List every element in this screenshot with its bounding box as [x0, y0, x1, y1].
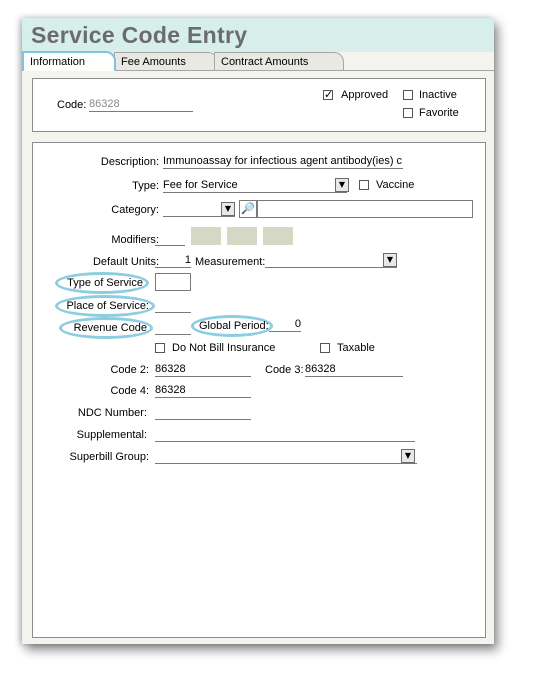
default-units-label: Default Units: [92, 256, 159, 268]
modifier-field-3[interactable] [227, 227, 257, 245]
inactive-checkbox[interactable] [403, 90, 413, 100]
type-of-service-label: Type of Service [67, 277, 143, 289]
code2-label: Code 2: [110, 364, 149, 376]
code3-field[interactable]: 86328 [305, 362, 403, 377]
dropdown-arrow-icon[interactable]: ▼ [401, 449, 415, 463]
code4-label: Code 4: [110, 385, 149, 397]
tab-fee-amounts[interactable]: Fee Amounts [114, 52, 218, 70]
tab-information[interactable]: Information [22, 51, 116, 71]
superbill-group-select[interactable] [155, 449, 417, 464]
do-not-bill-checkbox[interactable] [155, 343, 165, 353]
type-of-service-field[interactable] [155, 273, 191, 291]
code-field[interactable]: 86328 [89, 97, 193, 112]
place-of-service-field[interactable] [155, 298, 191, 313]
modifier-field-2[interactable] [191, 227, 221, 245]
inactive-label: Inactive [419, 89, 457, 101]
revenue-code-field[interactable] [155, 320, 191, 335]
code4-field[interactable]: 86328 [155, 383, 251, 398]
description-field[interactable]: Immunoassay for infectious agent antibod… [163, 154, 403, 169]
code2-field[interactable]: 86328 [155, 362, 251, 377]
modifiers-label: Modifiers: [111, 234, 159, 246]
ndc-field[interactable] [155, 405, 251, 420]
category-label: Category: [111, 204, 159, 216]
supplemental-label: Supplemental: [76, 429, 147, 441]
dropdown-arrow-icon[interactable]: ▼ [221, 202, 235, 216]
type-select[interactable]: Fee for Service [163, 178, 347, 193]
taxable-checkbox[interactable] [320, 343, 330, 353]
magnifier-icon[interactable]: 🔎 [239, 200, 257, 218]
approved-label: Approved [341, 89, 389, 101]
vaccine-checkbox[interactable] [359, 180, 369, 190]
revenue-code-label: Revenue Code [73, 322, 147, 334]
dropdown-arrow-icon[interactable]: ▼ [383, 253, 397, 267]
global-period-label: Global Period: [199, 320, 269, 332]
ndc-label: NDC Number: [77, 407, 147, 419]
header-panel: Code: 86328 Approved Inactive Favorite [32, 78, 486, 132]
code-label: Code: [57, 99, 87, 111]
global-period-field[interactable]: 0 [269, 317, 301, 332]
tab-contract-amounts[interactable]: Contract Amounts [214, 52, 344, 70]
favorite-label: Favorite [419, 107, 459, 119]
service-code-entry-window: Service Code Entry Fee Amounts Contract … [22, 18, 494, 644]
description-label: Description: [100, 156, 159, 168]
do-not-bill-label: Do Not Bill Insurance [172, 342, 276, 354]
window-title: Service Code Entry [31, 22, 248, 48]
code3-label: Code 3: [265, 364, 304, 376]
main-panel: Description: Immunoassay for infectious … [32, 142, 486, 638]
favorite-checkbox[interactable] [403, 108, 413, 118]
superbill-group-label: Superbill Group: [69, 451, 150, 463]
dropdown-arrow-icon[interactable]: ▼ [335, 178, 349, 192]
approved-checkbox[interactable] [323, 88, 333, 101]
measurement-label: Measurement: [195, 256, 266, 268]
category-description-field[interactable] [257, 200, 473, 218]
supplemental-field[interactable] [155, 427, 415, 442]
default-units-field[interactable]: 1 [155, 253, 191, 268]
measurement-select[interactable] [265, 253, 397, 268]
type-label: Type: [132, 180, 159, 192]
place-of-service-label: Place of Service: [66, 300, 149, 312]
vaccine-label: Vaccine [376, 179, 415, 191]
title-bar: Service Code Entry [22, 18, 494, 52]
modifier-field-4[interactable] [263, 227, 293, 245]
taxable-label: Taxable [337, 342, 375, 354]
modifier-field-1[interactable] [155, 231, 185, 246]
